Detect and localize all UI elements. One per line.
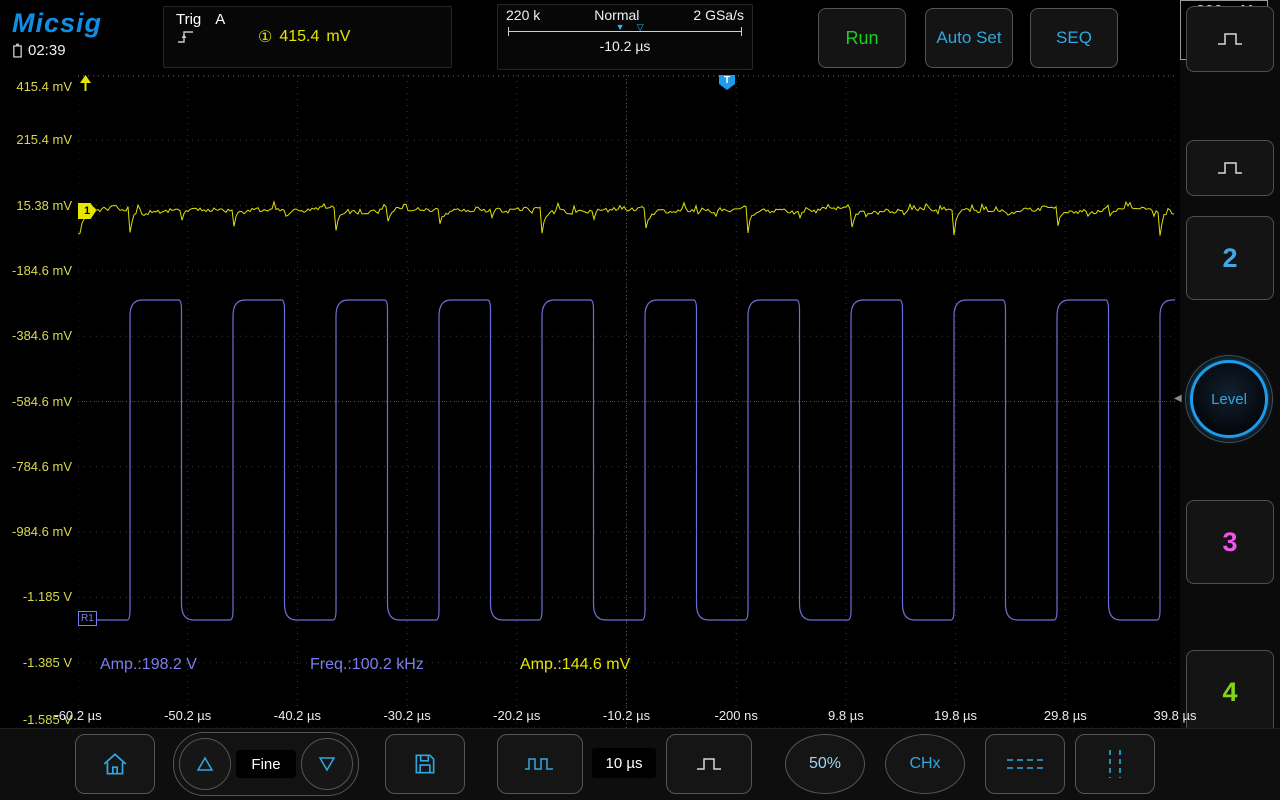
run-button[interactable]: Run: [818, 8, 906, 68]
pulse-icon: [697, 758, 721, 770]
clock: 02:39: [28, 42, 66, 59]
channel-1-badge: ①: [258, 29, 273, 46]
level-knob[interactable]: Level: [1190, 360, 1268, 438]
waveform-display[interactable]: 1 R1 T Amp.:198.2 V Freq.:100.2 kHz Amp.:1…: [78, 75, 1175, 728]
adjust-up-button[interactable]: [179, 738, 231, 790]
seq-button[interactable]: SEQ: [1030, 8, 1118, 68]
timebase-value[interactable]: 10 µs: [592, 748, 656, 778]
y-axis-label: -1.185 V: [22, 589, 72, 605]
chx-button[interactable]: CHx: [885, 734, 965, 794]
vertical-dashed-icon: [1109, 750, 1121, 778]
trigger-info-box[interactable]: Trig A ① 415.4 mV: [163, 6, 452, 68]
triangle-up-icon: [196, 756, 214, 771]
fine-mode-label[interactable]: Fine: [236, 750, 296, 778]
ref-r1-marker[interactable]: R1: [78, 611, 97, 626]
trigger-slope-button[interactable]: [1186, 6, 1274, 72]
vertical-cursors-button[interactable]: [1075, 734, 1155, 794]
save-button[interactable]: [385, 734, 465, 794]
y-axis-label: -784.6 mV: [12, 458, 72, 474]
measurement-readout[interactable]: Amp.:144.6 mV: [520, 656, 630, 674]
measurement-readout[interactable]: Amp.:198.2 V: [100, 656, 197, 674]
fifty-percent-button[interactable]: 50%: [785, 734, 865, 794]
acquisition-box[interactable]: 220 k Normal 2 GSa/s ▼ ▽ -10.2 µs: [497, 4, 753, 70]
y-axis-label: -1.385 V: [22, 654, 72, 670]
knob-pointer-icon: ◀: [1174, 393, 1182, 404]
y-axis-label: 415.4 mV: [16, 79, 72, 94]
trigger-mode-button[interactable]: [1186, 140, 1274, 196]
bottom-toolbar: Fine 10 µs 50% CHx: [0, 728, 1280, 800]
y-axis-label: 15.38 mV: [16, 197, 72, 213]
x-axis-label: -20.2 µs: [493, 708, 541, 723]
timebase-position-bar: ▼ ▽: [508, 22, 742, 38]
channel-3-button[interactable]: 3: [1186, 500, 1274, 584]
adjust-down-button[interactable]: [301, 738, 353, 790]
trig-source: A: [215, 11, 226, 28]
trigger-level-value: 415.4: [279, 28, 320, 45]
measurement-readout[interactable]: Freq.:100.2 kHz: [310, 656, 424, 674]
right-control-bar: 200 mV L 1M 200X 2 Level ◀ 3 4: [1174, 0, 1280, 800]
timebase-zoom-in-button[interactable]: [666, 734, 752, 794]
x-axis-label: -50.2 µs: [164, 708, 212, 723]
autoset-button[interactable]: Auto Set: [925, 8, 1013, 68]
trigger-position-marker-icon: ▽: [636, 22, 644, 32]
pulse-icon: [1218, 33, 1242, 45]
timebase-zoom-out-button[interactable]: [497, 734, 583, 794]
x-axis-label: -30.2 µs: [383, 708, 431, 723]
x-axis-label: 9.8 µs: [828, 708, 864, 723]
window-marker-icon: ▼: [615, 22, 625, 32]
x-axis-label: -10.2 µs: [602, 708, 651, 723]
memory-depth: 220 k: [506, 7, 541, 23]
channel-2-button[interactable]: 2: [1186, 216, 1274, 300]
y-axis-label: -384.6 mV: [12, 328, 72, 344]
horizontal-offset: -10.2 µs: [599, 38, 651, 54]
oscilloscope-screen: Micsig 02:39 Trig A ① 415.4 mV 220 k Norm…: [0, 0, 1280, 800]
status-time: 02:39: [12, 42, 66, 59]
save-icon: [415, 754, 435, 774]
y-axis-label: -984.6 mV: [12, 524, 72, 540]
rising-edge-icon: [178, 31, 193, 43]
horizontal-cursors-button[interactable]: [985, 734, 1065, 794]
acquisition-mode: Normal: [594, 7, 640, 23]
micsig-logo: Micsig: [12, 8, 103, 38]
home-button[interactable]: [75, 734, 155, 794]
trigger-level-readout: ① 415.4 mV: [254, 7, 451, 67]
trigger-title: Trig A: [176, 11, 254, 28]
x-axis-label: -40.2 µs: [273, 708, 321, 723]
x-axis-label: 29.8 µs: [1043, 708, 1087, 723]
multi-pulse-icon: [525, 758, 553, 770]
trigger-level-unit: mV: [326, 28, 351, 45]
trig-label: Trig: [176, 11, 202, 28]
x-axis-label: 39.8 µs: [1153, 708, 1197, 723]
x-axis-label: -60.2 µs: [54, 708, 102, 723]
y-axis-label: -184.6 mV: [12, 262, 72, 278]
home-icon: [103, 753, 127, 775]
y-axis-label: 215.4 mV: [16, 132, 72, 148]
pulse-icon: [1218, 162, 1242, 174]
y-axis-label: -584.6 mV: [12, 393, 72, 409]
fine-adjust-group: Fine: [173, 732, 359, 796]
x-axis-label: -200 ns: [714, 708, 758, 723]
horizontal-dashed-icon: [1007, 759, 1043, 769]
triangle-down-icon: [318, 757, 336, 772]
x-axis-label: 19.8 µs: [934, 708, 978, 723]
graticule-and-waveforms: [78, 75, 1175, 728]
battery-icon: [13, 43, 22, 58]
trigger-level-up-arrow-icon: [80, 75, 91, 91]
sample-rate: 2 GSa/s: [693, 7, 744, 23]
